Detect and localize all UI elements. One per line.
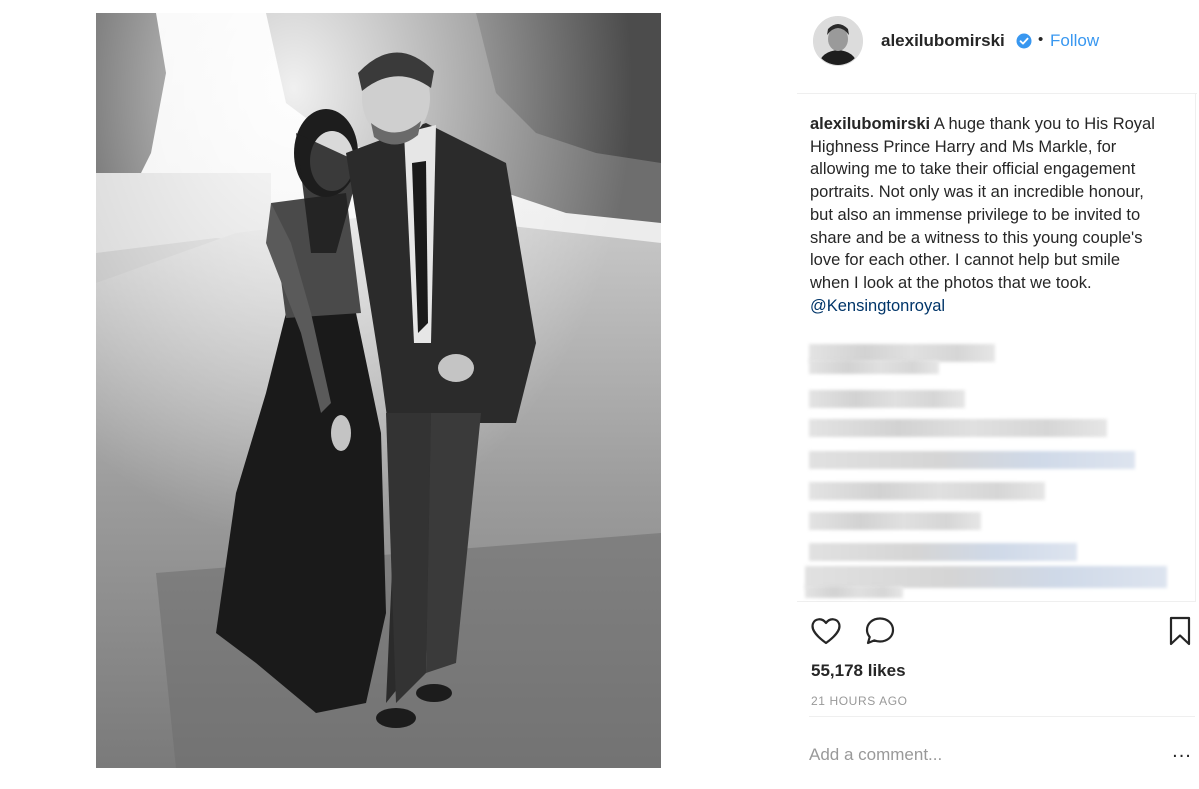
avatar[interactable]: [813, 16, 863, 66]
follow-button[interactable]: Follow: [1050, 31, 1099, 51]
avatar-image: [814, 17, 862, 65]
blurred-comment-line: [805, 586, 903, 598]
ellipsis-icon[interactable]: ...: [1169, 741, 1195, 768]
heart-icon[interactable]: [809, 614, 843, 648]
post-side-panel: alexilubomirski • Follow alexilubomirski…: [797, 0, 1199, 789]
engagement-photo: [96, 13, 661, 768]
post-timestamp[interactable]: 21 HOURS AGO: [811, 694, 908, 708]
speech-bubble-icon[interactable]: [863, 614, 897, 648]
bookmark-icon[interactable]: [1163, 614, 1197, 648]
comment-input[interactable]: [809, 740, 1139, 770]
blurred-comment-line: [809, 543, 1077, 561]
caption-text: A huge thank you to His Royal Highness P…: [810, 115, 1155, 292]
blurred-comment-line: [809, 512, 981, 530]
post-author-username[interactable]: alexilubomirski: [881, 31, 1005, 51]
blurred-comment-line: [809, 451, 1135, 469]
header-separator: •: [1038, 31, 1044, 48]
caption-username[interactable]: alexilubomirski: [810, 115, 930, 133]
blurred-comment-line: [809, 360, 939, 374]
comment-divider: [809, 716, 1195, 717]
post-actions: [797, 612, 1199, 652]
post-header: alexilubomirski • Follow: [797, 14, 1199, 74]
verified-badge-icon: [1016, 33, 1032, 49]
post-photo[interactable]: [96, 13, 661, 768]
comments-area[interactable]: alexilubomirski A huge thank you to His …: [797, 94, 1196, 602]
like-count[interactable]: 55,178 likes: [811, 661, 906, 681]
blurred-comment-line: [809, 482, 1045, 500]
blurred-comment-line: [809, 390, 965, 408]
caption-mention-link[interactable]: @Kensingtonroyal: [810, 297, 945, 315]
blurred-comment-line: [809, 419, 1107, 437]
blurred-comment-line: [805, 566, 1167, 588]
post-caption: alexilubomirski A huge thank you to His …: [810, 113, 1160, 317]
